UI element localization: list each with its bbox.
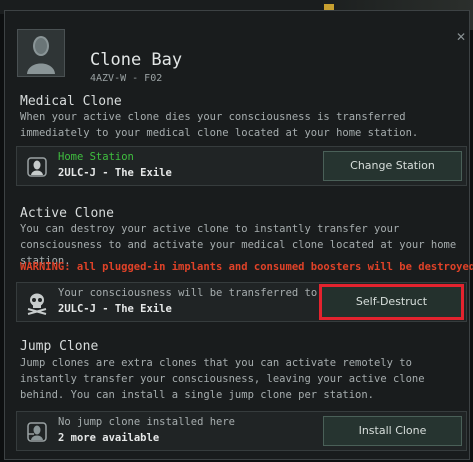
clone-portrait-icon bbox=[17, 29, 65, 77]
jump-clone-icon bbox=[25, 420, 49, 444]
medical-clone-title: Medical Clone bbox=[20, 94, 122, 109]
self-destruct-button[interactable]: Self-Destruct bbox=[319, 284, 464, 320]
home-station-label: Home Station bbox=[58, 151, 134, 163]
active-clone-title: Active Clone bbox=[20, 206, 114, 221]
medical-clone-panel: Home Station 2ULC-J - The Exile Change S… bbox=[16, 146, 467, 186]
window-title: Clone Bay bbox=[90, 50, 183, 70]
jump-clone-title: Jump Clone bbox=[20, 339, 99, 354]
window-subtitle: 4AZV-W - F02 bbox=[90, 73, 163, 84]
active-clone-panel: Your consciousness will be transferred t… bbox=[16, 282, 467, 322]
self-destruct-warning: WARNING: all plugged-in implants and con… bbox=[20, 261, 473, 273]
medical-clone-icon bbox=[25, 155, 49, 179]
home-station-value: 2ULC-J - The Exile bbox=[58, 167, 172, 179]
medical-clone-description: When your active clone dies your conscio… bbox=[20, 111, 419, 139]
install-clone-button[interactable]: Install Clone bbox=[323, 416, 462, 446]
transfer-target-label: Your consciousness will be transferred t… bbox=[58, 287, 318, 299]
jump-clone-available: 2 more available bbox=[58, 432, 160, 444]
transfer-target-value: 2ULC-J - The Exile bbox=[58, 303, 172, 315]
clone-bay-window: ✕ Clone Bay 4AZV-W - F02 Medical Clone W… bbox=[4, 10, 473, 460]
change-station-button[interactable]: Change Station bbox=[323, 151, 462, 181]
jump-clone-status: No jump clone installed here bbox=[58, 416, 236, 428]
skull-icon bbox=[25, 291, 49, 315]
jump-clone-panel: No jump clone installed here 2 more avai… bbox=[16, 411, 467, 451]
close-icon[interactable]: ✕ bbox=[456, 31, 466, 43]
jump-clone-description: Jump clones are extra clones that you ca… bbox=[20, 357, 425, 401]
